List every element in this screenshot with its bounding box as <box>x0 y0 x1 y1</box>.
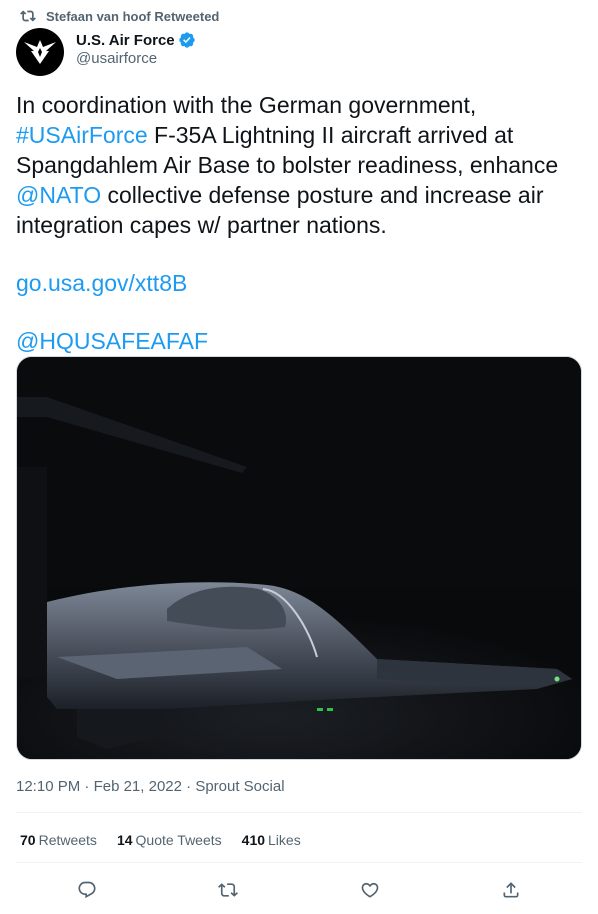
share-icon <box>503 882 519 898</box>
tweet-time[interactable]: 12:10 PM <box>16 778 80 795</box>
quote-tweets-count: 14 <box>116 832 133 848</box>
likes-label: Likes <box>268 832 301 848</box>
reply-icon <box>78 881 96 899</box>
tweet-line-1: In coordination with the German governme… <box>16 92 477 118</box>
separator: · <box>80 778 94 795</box>
tweet-body: In coordination with the German governme… <box>16 90 582 240</box>
mention-hqusafeafaf-link[interactable]: @HQUSAFEAFAF <box>16 328 208 354</box>
likes-count: 410 <box>241 832 266 848</box>
author-handle[interactable]: @usairforce <box>76 50 196 67</box>
tweet-actions <box>16 874 582 906</box>
mention-nato-link[interactable]: @NATO <box>16 182 101 208</box>
divider <box>16 862 582 863</box>
retweet-context: Stefaan van hoof Retweeted <box>20 8 219 24</box>
author-display-name[interactable]: U.S. Air Force <box>76 32 175 49</box>
reply-button[interactable] <box>71 874 103 906</box>
retweets-count: 70 <box>20 832 36 848</box>
tweet-stats: 70 Retweets 14 Quote Tweets 410 Likes <box>20 832 321 848</box>
tweet-text: In coordination with the German governme… <box>16 90 582 356</box>
likes-stat[interactable]: 410 Likes <box>242 832 301 848</box>
tweet-date[interactable]: Feb 21, 2022 <box>94 778 182 795</box>
retweet-icon <box>20 10 36 22</box>
retweets-label: Retweets <box>38 832 97 848</box>
author-names: U.S. Air Force @usairforce <box>76 31 196 67</box>
verified-badge-icon <box>178 32 195 48</box>
url-link[interactable]: go.usa.gov/xtt8B <box>16 270 187 296</box>
share-button[interactable] <box>495 874 527 906</box>
heart-icon <box>361 882 379 898</box>
f35-aircraft-photo <box>17 357 581 759</box>
tweet-source[interactable]: Sprout Social <box>195 778 284 795</box>
retweeted-by-text[interactable]: Stefaan van hoof Retweeted <box>46 9 219 24</box>
quote-tweets-label: Quote Tweets <box>135 832 222 848</box>
divider <box>16 812 582 813</box>
air-force-logo <box>24 40 56 64</box>
tweet-author: U.S. Air Force @usairforce <box>16 28 196 76</box>
tweet-photo[interactable] <box>16 356 582 760</box>
separator: · <box>181 778 196 795</box>
retweet-button[interactable] <box>212 874 244 906</box>
retweet-icon <box>218 883 239 897</box>
like-button[interactable] <box>354 874 386 906</box>
hashtag-usairforce-link[interactable]: #USAirForce <box>16 122 148 148</box>
quote-tweets-stat[interactable]: 14 Quote Tweets <box>117 832 222 848</box>
retweets-stat[interactable]: 70 Retweets <box>20 832 97 848</box>
avatar[interactable] <box>16 28 64 76</box>
tweet-timestamp: 12:10 PM · Feb 21, 2022 · Sprout Social <box>16 778 285 795</box>
